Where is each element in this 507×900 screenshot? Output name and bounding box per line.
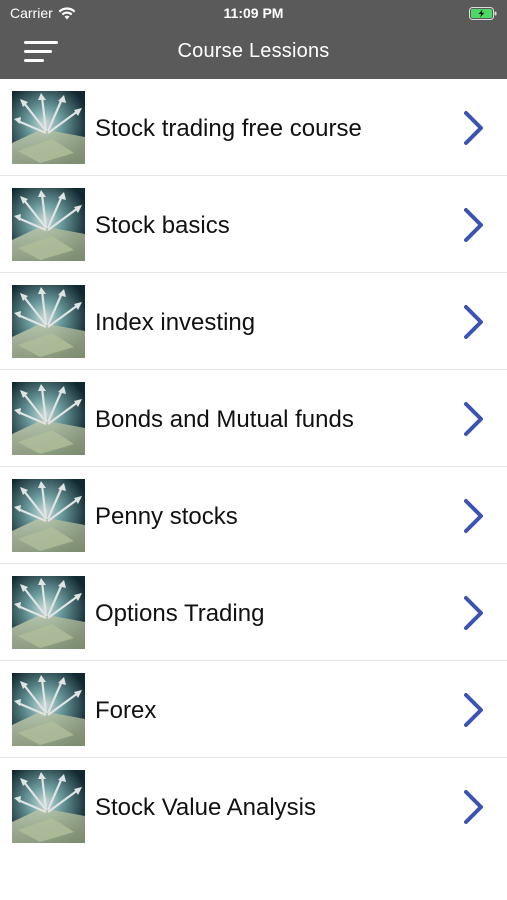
chevron-right-icon[interactable] xyxy=(463,692,485,728)
chevron-right-icon[interactable] xyxy=(463,498,485,534)
lesson-row[interactable]: Forex xyxy=(0,661,507,758)
chevron-right-icon[interactable] xyxy=(463,401,485,437)
chevron-right-icon[interactable] xyxy=(463,789,485,825)
lesson-label: Forex xyxy=(95,697,157,724)
lesson-label: Options Trading xyxy=(95,600,265,627)
lesson-label: Stock Value Analysis xyxy=(95,794,317,821)
lesson-row[interactable]: Stock Value Analysis xyxy=(0,758,507,854)
top-bar: Carrier 11:09 PM Course Lessions xyxy=(0,0,507,79)
page-title: Course Lessions xyxy=(177,40,330,62)
chevron-right-icon[interactable] xyxy=(463,304,485,340)
lesson-thumbnail xyxy=(12,285,85,358)
lesson-label: Index investing xyxy=(95,309,256,336)
lesson-row[interactable]: Index investing xyxy=(0,273,507,370)
app-screen: Carrier 11:09 PM Course Lessions Stock t… xyxy=(0,0,507,900)
battery-charging-icon xyxy=(469,7,497,20)
chevron-right-icon[interactable] xyxy=(463,207,485,243)
lesson-label: Stock basics xyxy=(95,212,230,239)
lesson-row[interactable]: Stock basics xyxy=(0,176,507,273)
status-bar: Carrier 11:09 PM xyxy=(0,0,507,26)
lesson-row[interactable]: Penny stocks xyxy=(0,467,507,564)
lesson-thumbnail xyxy=(12,479,85,552)
lesson-thumbnail xyxy=(12,382,85,455)
lesson-row[interactable]: Options Trading xyxy=(0,564,507,661)
lesson-label: Penny stocks xyxy=(95,503,238,530)
lesson-thumbnail xyxy=(12,770,85,843)
lesson-row[interactable]: Bonds and Mutual funds xyxy=(0,370,507,467)
lesson-row[interactable]: Stock trading free course xyxy=(0,79,507,176)
navigation-bar: Course Lessions xyxy=(0,26,507,79)
lesson-thumbnail xyxy=(12,673,85,746)
status-time: 11:09 PM xyxy=(223,5,284,21)
lesson-thumbnail xyxy=(12,188,85,261)
lesson-label: Bonds and Mutual funds xyxy=(95,406,354,433)
lesson-thumbnail xyxy=(12,91,85,164)
chevron-right-icon[interactable] xyxy=(463,110,485,146)
lesson-thumbnail xyxy=(12,576,85,649)
lesson-label: Stock trading free course xyxy=(95,115,362,142)
chevron-right-icon[interactable] xyxy=(463,595,485,631)
lesson-list: Stock trading free course Stock basics I… xyxy=(0,79,507,854)
